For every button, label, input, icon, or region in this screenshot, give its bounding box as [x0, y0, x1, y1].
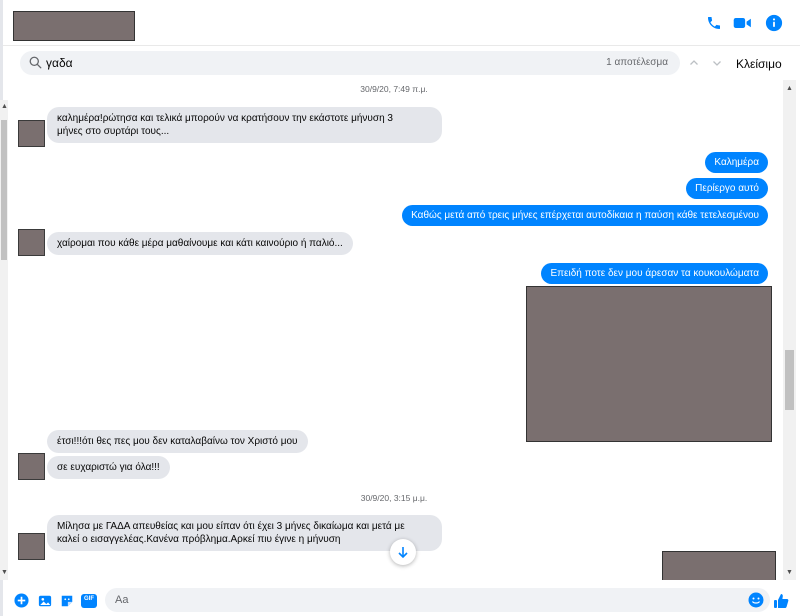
chevron-down-icon[interactable] — [710, 56, 724, 70]
chevron-up-icon[interactable] — [687, 56, 701, 70]
shared-photo-redacted[interactable] — [662, 551, 776, 580]
avatar[interactable] — [18, 120, 45, 147]
avatar[interactable] — [18, 453, 45, 480]
scroll-down-arrow-icon[interactable]: ▼ — [785, 568, 794, 577]
incoming-message[interactable]: καλημέρα!ρώτησα και τελικά μπορούν να κρ… — [47, 107, 442, 143]
messenger-window: 1 αποτέλεσμα Κλείσιμο ▲ ▼ 30/9/20, 7:49 … — [0, 0, 800, 616]
gif-icon[interactable]: GIF — [81, 593, 97, 608]
like-icon[interactable] — [773, 593, 789, 609]
message-input[interactable] — [115, 592, 715, 608]
timestamp: 30/9/20, 3:15 μ.μ. — [360, 493, 428, 503]
right-scrollbar[interactable]: ▲ ▼ — [783, 80, 796, 580]
timestamp: 30/9/20, 7:49 π.μ. — [360, 84, 428, 94]
sticker-icon[interactable] — [59, 593, 74, 608]
scrollbar-thumb[interactable] — [1, 120, 7, 260]
avatar[interactable] — [18, 229, 45, 256]
contact-name-redacted[interactable] — [13, 11, 135, 41]
search-input[interactable] — [46, 54, 506, 72]
message-list[interactable]: 30/9/20, 7:49 π.μ. καλημέρα!ρώτησα και τ… — [8, 80, 780, 580]
shared-photo-redacted[interactable] — [526, 286, 772, 442]
message-line: καλημέρα!ρώτησα και τελικά μπορούν να κρ… — [57, 113, 393, 124]
message-line: Μίλησα με ΓΑΔΑ απευθείας και μου είπαν ό… — [57, 521, 405, 532]
message-line: μήνες στο συρτάρι τους... — [57, 126, 170, 137]
outgoing-message[interactable]: Καλημέρα — [705, 152, 768, 173]
emoji-icon[interactable] — [748, 592, 764, 608]
search-bar: 1 αποτέλεσμα — [20, 51, 680, 75]
scroll-up-arrow-icon[interactable]: ▲ — [785, 84, 794, 93]
video-call-icon[interactable] — [733, 13, 753, 33]
conversation-header — [3, 0, 800, 46]
info-icon[interactable] — [764, 13, 784, 33]
close-search-button[interactable]: Κλείσιμο — [736, 57, 782, 71]
scrollbar-thumb[interactable] — [785, 350, 794, 410]
gif-label: GIF — [84, 596, 94, 602]
outgoing-message[interactable]: Επειδή ποτε δεν μου άρεσαν τα κουκουλώμα… — [541, 263, 768, 284]
outgoing-message[interactable]: Καθώς μετά από τρεις μήνες επέρχεται αυτ… — [402, 205, 768, 226]
incoming-message[interactable]: σε ευχαριστώ για όλα!!! — [47, 456, 170, 479]
arrow-down-icon — [398, 547, 408, 559]
left-scrollbar[interactable]: ▲ ▼ — [0, 100, 8, 580]
outgoing-message[interactable]: Περίεργο αυτό — [686, 178, 768, 199]
avatar[interactable] — [18, 533, 45, 560]
message-box — [105, 588, 770, 612]
incoming-message[interactable]: χαίρομαι που κάθε μέρα μαθαίνουμε και κά… — [47, 232, 353, 255]
photo-icon[interactable] — [37, 593, 52, 608]
search-icon — [29, 56, 43, 70]
incoming-message[interactable]: έτσι!!!ότι θες πες μου δεν καταλαβαίνω τ… — [47, 430, 308, 453]
add-icon[interactable] — [14, 593, 29, 608]
message-composer: GIF — [3, 583, 800, 616]
message-line: καλεί ο εισαγγελέας.Κανένα πρόβλημα.Αρκε… — [57, 534, 341, 545]
search-result-count: 1 αποτέλεσμα — [606, 57, 668, 68]
incoming-message[interactable]: Μίλησα με ΓΑΔΑ απευθείας και μου είπαν ό… — [47, 515, 442, 551]
phone-icon[interactable] — [704, 13, 724, 33]
scroll-to-bottom-button[interactable] — [390, 539, 416, 565]
